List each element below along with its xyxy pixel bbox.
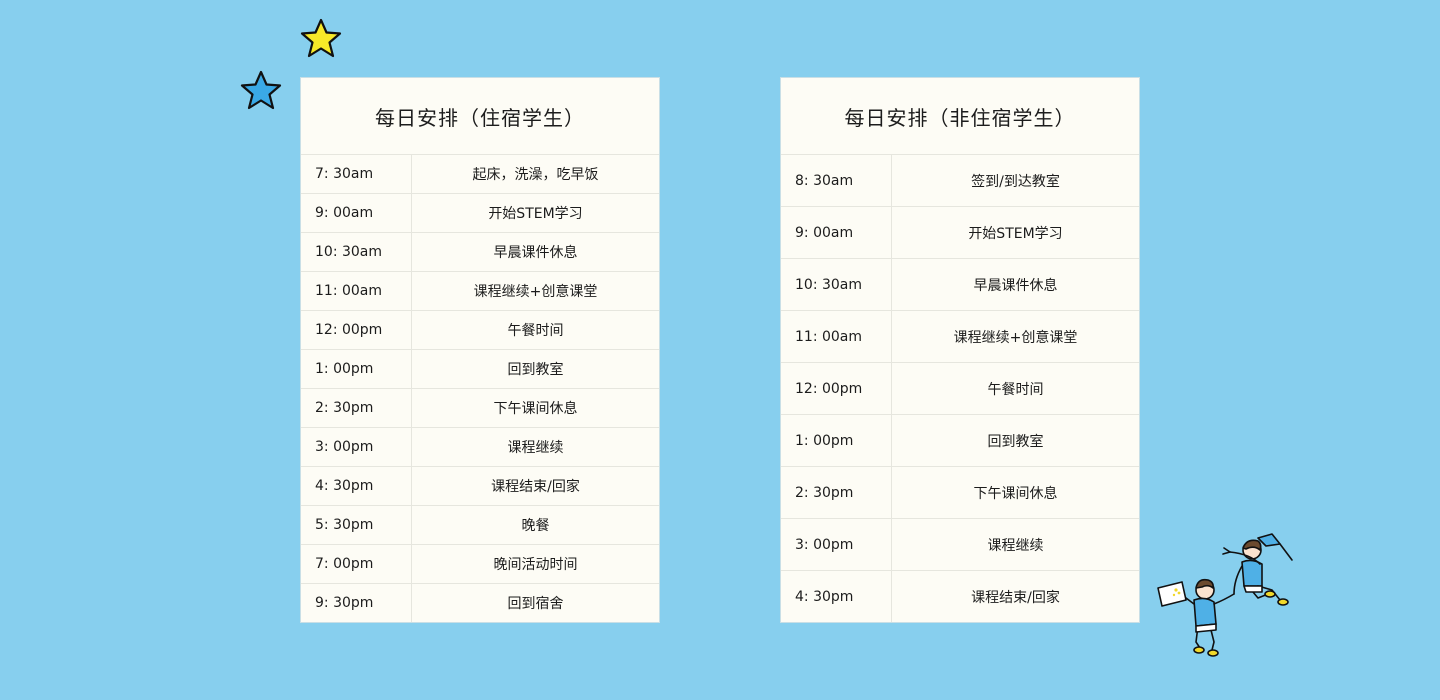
table-row: 10: 30am 早晨课件休息 — [301, 233, 659, 272]
time-cell: 5: 30pm — [301, 506, 412, 544]
table-row: 11: 00am 课程继续+创意课堂 — [781, 311, 1139, 363]
boarding-schedule-table: 7: 30am 起床，洗澡，吃早饭 9: 00am 开始STEM学习 10: 30a… — [301, 155, 659, 622]
table-row: 12: 00pm 午餐时间 — [301, 311, 659, 350]
time-cell: 3: 00pm — [781, 519, 892, 570]
activity-cell: 回到教室 — [987, 433, 1044, 450]
table-row: 1: 00pm 回到教室 — [781, 415, 1139, 467]
table-row: 5: 30pm 晚餐 — [301, 506, 659, 545]
activity-cell: 晚间活动时间 — [493, 557, 578, 573]
table-row: 12: 00pm 午餐时间 — [781, 363, 1139, 415]
time-cell: 4: 30pm — [301, 467, 412, 505]
activity-cell: 课程继续 — [507, 440, 564, 456]
activity-cell: 早晨课件休息 — [493, 245, 578, 261]
boarding-schedule-title: 每日安排（住宿学生） — [301, 78, 659, 155]
time-cell: 12: 00pm — [301, 311, 412, 349]
kids-holding-hands-illustration — [1157, 533, 1293, 657]
activity-cell: 签到/到达教室 — [971, 173, 1060, 190]
day-schedule-card: 每日安排（非住宿学生） 8: 30am 签到/到达教室 9: 00am 开始STEM… — [780, 77, 1140, 623]
time-cell: 3: 00pm — [301, 428, 412, 466]
boarding-schedule-card: 每日安排（住宿学生） 7: 30am 起床，洗澡，吃早饭 9: 00am 开始STE… — [300, 77, 660, 623]
blue-star-icon — [240, 70, 282, 110]
table-row: 4: 30pm 课程结束/回家 — [301, 467, 659, 506]
time-cell: 11: 00am — [301, 272, 412, 310]
time-cell: 9: 30pm — [301, 584, 412, 622]
table-row: 7: 30am 起床，洗澡，吃早饭 — [301, 155, 659, 194]
activity-cell: 课程继续 — [987, 537, 1044, 554]
activity-cell: 回到教室 — [507, 362, 564, 378]
time-cell: 2: 30pm — [301, 389, 412, 427]
time-cell: 8: 30am — [781, 155, 892, 206]
table-row: 3: 00pm 课程继续 — [301, 428, 659, 467]
activity-cell: 下午课间休息 — [973, 485, 1058, 502]
activity-cell: 课程结束/回家 — [971, 589, 1060, 606]
day-schedule-title: 每日安排（非住宿学生） — [781, 78, 1139, 155]
yellow-star-icon — [300, 18, 342, 58]
activity-cell: 晚餐 — [521, 518, 550, 534]
time-cell: 10: 30am — [781, 259, 892, 310]
time-cell: 9: 00am — [781, 207, 892, 258]
activity-cell: 起床，洗澡，吃早饭 — [472, 167, 599, 183]
day-schedule-table: 8: 30am 签到/到达教室 9: 00am 开始STEM学习 10: 30am 早… — [781, 155, 1139, 622]
activity-cell: 早晨课件休息 — [973, 277, 1058, 294]
time-cell: 11: 00am — [781, 311, 892, 362]
table-row: 2: 30pm 下午课间休息 — [301, 389, 659, 428]
time-cell: 2: 30pm — [781, 467, 892, 518]
table-row: 3: 00pm 课程继续 — [781, 519, 1139, 571]
activity-cell: 开始STEM学习 — [968, 225, 1063, 242]
table-row: 9: 00am 开始STEM学习 — [301, 194, 659, 233]
time-cell: 1: 00pm — [781, 415, 892, 466]
time-cell: 7: 00pm — [301, 545, 412, 583]
time-cell: 7: 30am — [301, 155, 412, 193]
time-cell: 9: 00am — [301, 194, 412, 232]
table-row: 4: 30pm 课程结束/回家 — [781, 571, 1139, 622]
activity-cell: 课程结束/回家 — [491, 479, 580, 495]
table-row: 2: 30pm 下午课间休息 — [781, 467, 1139, 519]
table-row: 10: 30am 早晨课件休息 — [781, 259, 1139, 311]
time-cell: 10: 30am — [301, 233, 412, 271]
table-row: 7: 00pm 晚间活动时间 — [301, 545, 659, 584]
activity-cell: 课程继续+创意课堂 — [953, 329, 1078, 346]
table-row: 11: 00am 课程继续+创意课堂 — [301, 272, 659, 311]
activity-cell: 课程继续+创意课堂 — [473, 284, 598, 300]
activity-cell: 午餐时间 — [987, 381, 1044, 398]
activity-cell: 开始STEM学习 — [488, 206, 583, 222]
time-cell: 4: 30pm — [781, 571, 892, 622]
table-row: 9: 30pm 回到宿舍 — [301, 584, 659, 622]
time-cell: 1: 00pm — [301, 350, 412, 388]
table-row: 1: 00pm 回到教室 — [301, 350, 659, 389]
activity-cell: 回到宿舍 — [507, 596, 564, 612]
table-row: 9: 00am 开始STEM学习 — [781, 207, 1139, 259]
activity-cell: 下午课间休息 — [493, 401, 578, 417]
time-cell: 12: 00pm — [781, 363, 892, 414]
activity-cell: 午餐时间 — [507, 323, 564, 339]
table-row: 8: 30am 签到/到达教室 — [781, 155, 1139, 207]
